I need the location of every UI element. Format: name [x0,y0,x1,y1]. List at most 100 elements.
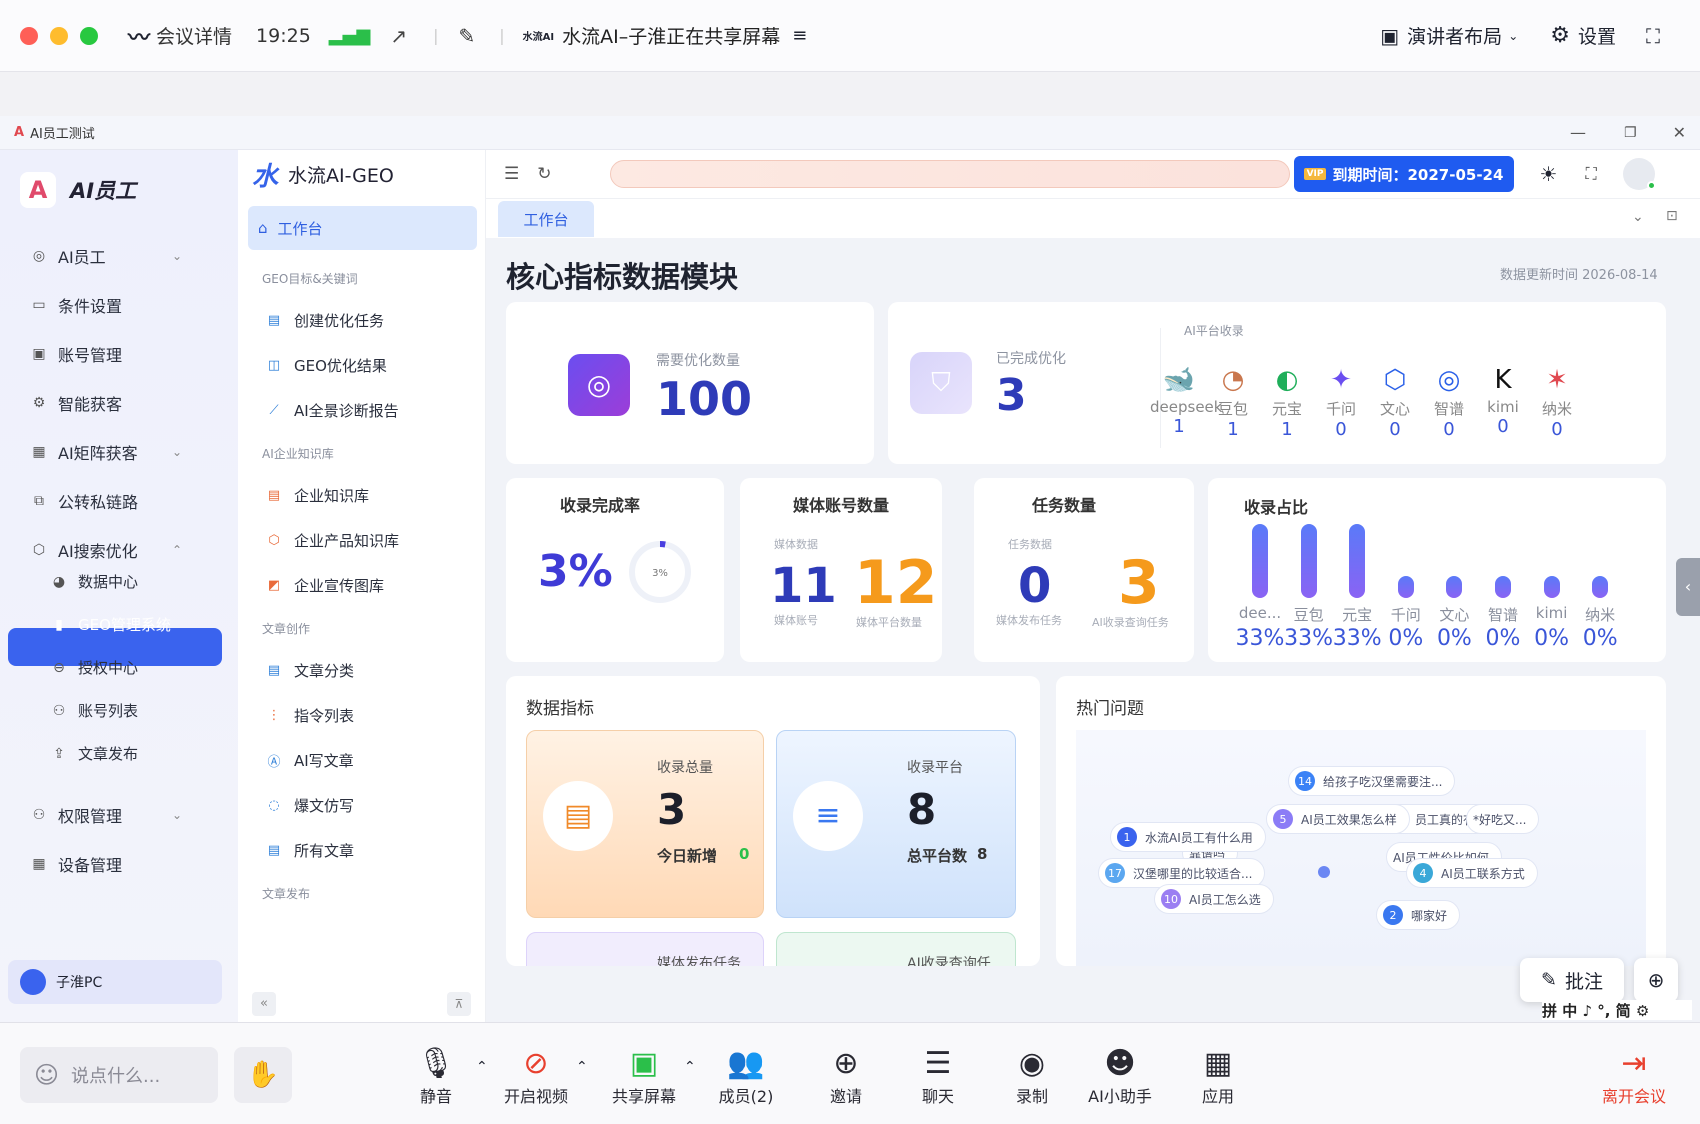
meeting-controls: ☺ 说点什么... ✋ 🎙 静音 ⌃ ⊘ 开启视频 ⌃ ▣ 共享屏幕 ⌃ 👥 成员(2) ⊕ 邀请 ☰ 聊天 ◉… [0,1022,1700,1124]
total-platform-value: 8 [977,845,988,863]
theme-toggle-icon[interactable]: ☀ [1540,162,1558,186]
restore-icon[interactable]: ❐ [1624,125,1637,141]
tag-text: 哪家好 [1411,908,1448,923]
subnav-item[interactable]: ▤ 创建优化任务 [238,298,485,343]
hot-question-tag[interactable]: 2 哪家好 [1376,900,1461,930]
subnav-item[interactable]: ▤ 所有文章 [238,828,485,873]
subnav-item[interactable]: Ⓐ AI写文章 [238,738,485,783]
side-drawer-handle[interactable]: ‹ [1676,558,1700,616]
sidebar-item[interactable]: ▦ 设备管理 [0,839,238,888]
sidebar-subitem[interactable]: ⊖ 授权中心 [0,646,238,689]
subnav-item[interactable]: ◫ GEO优化结果 [238,343,485,388]
subnav-item[interactable]: ⟋ AI全景诊断报告 [238,388,485,433]
hot-question-tag[interactable]: 5 AI员工效果怎么样 [1266,804,1410,834]
settings-button[interactable]: 设置 [1578,22,1616,49]
query-task-count: 3 [1118,548,1160,618]
fullscreen-icon[interactable]: ⛶ [1646,24,1660,48]
subnav-group-title: 文章创作 [262,621,311,636]
raise-hand-button[interactable]: ✋ [234,1047,292,1103]
subnav-item[interactable]: ▤ 企业知识库 [238,473,485,518]
vip-expiry-badge[interactable]: VIP 到期时间：2027-05-24 [1293,156,1514,192]
control-button[interactable]: ▦ 应用 [1168,1045,1268,1107]
annotate-off-icon[interactable]: ✎ [458,24,475,48]
shield-icon: ⛉ [910,352,972,414]
platform-value: 1 [1227,419,1239,440]
platform-logo-icon: ◐ [1275,365,1299,395]
sidebar-item-label: 账号管理 [58,346,123,365]
close-icon[interactable]: ✕ [1673,123,1686,142]
control-button[interactable]: 👥 成员(2) [696,1045,796,1107]
sidebar-item[interactable]: ▣ 账号管理 [0,332,238,376]
window-title: AI员工测试 [30,127,95,142]
control-button[interactable]: ◉ 录制 [982,1045,1082,1107]
maximize-window-button[interactable] [80,26,98,45]
control-button[interactable]: ▣ 共享屏幕 [594,1045,694,1107]
user-card[interactable]: 子淮PC [8,960,222,1004]
subnav-item-workbench[interactable]: ⌂ 工作台 [248,206,477,250]
subnav-item[interactable]: ⬡ 企业产品知识库 [238,518,485,563]
refresh-icon[interactable]: ↻ [537,164,551,184]
minimize-icon[interactable]: — [1570,123,1586,142]
publish-task-box-label: 媒体发布任务 [657,956,741,966]
sidebar-subitem[interactable]: ⚇ 账号列表 [0,689,238,732]
sidebar-item[interactable]: ▭ 条件设置 [0,283,238,327]
device-icon: ▦ [32,855,46,872]
chevron-up-icon[interactable]: ⌃ [576,1059,588,1075]
meeting-details-link[interactable]: 会议详情 [156,22,232,49]
popout-icon[interactable]: ↗ [390,24,407,48]
document-icon: ▤ [543,781,613,851]
control-button[interactable]: ☻ AI小助手 [1070,1045,1170,1107]
sidebar-subitem[interactable]: ⇪ 文章发布 [0,732,238,775]
zoom-in-icon[interactable]: ⊕ [1634,958,1678,1002]
subnav-item[interactable]: ▤ 文章分类 [238,648,485,693]
subnav-item[interactable]: ◌ 爆文仿写 [238,783,485,828]
done-optimize-value: 3 [996,370,1027,421]
platform-name: 豆包 [1217,400,1248,418]
close-window-button[interactable] [20,26,38,45]
chevron-down-icon[interactable]: ⌄ [1632,209,1644,225]
header-bar: ☰ ↻ VIP 到期时间：2027-05-24 ☀ ⛶ [486,150,1700,198]
avatar[interactable] [1622,158,1656,190]
subnav-item[interactable]: ◩ 企业宣传图库 [238,563,485,608]
hot-question-tag[interactable]: 4 AI员工联系方式 [1406,858,1538,888]
pin-icon[interactable]: ⊼ [447,992,471,1016]
collapse-icon[interactable]: « [252,992,276,1016]
platform-5: ◎ 智谱 0 [1420,362,1478,440]
subnav-item-icon: ⬡ [268,533,280,548]
sidebar-item[interactable]: ◎ AI员工 ⌄ [0,234,238,278]
ring-label: 3% [652,568,668,579]
layout-dropdown[interactable]: 演讲者布局 [1407,22,1502,49]
menu-icon[interactable]: ≡ [792,25,807,46]
sidebar-subitem[interactable]: ◕ 数据中心 [0,560,238,603]
minimize-window-button[interactable] [50,26,68,45]
annotate-button[interactable]: ✎ 批注 [1520,958,1624,1002]
screenshot-icon[interactable]: ⊡ [1666,208,1678,224]
sidebar-item[interactable]: ▦ AI矩阵获客 ⌄ [0,430,238,474]
hamburger-icon[interactable]: ☰ [504,164,519,184]
chart-category-label: 纳米 [1585,606,1616,624]
sidebar-item[interactable]: ⧉ 公转私链路 [0,479,238,523]
chevron-up-icon[interactable]: ⌃ [684,1059,696,1075]
control-button[interactable]: 🎙 静音 [386,1045,486,1107]
chat-input[interactable]: ☺ 说点什么... [20,1047,218,1103]
sidebar-item[interactable]: ⚇ 权限管理 ⌄ [0,790,238,839]
subnav-item[interactable]: ⋮ 指令列表 [238,693,485,738]
control-button[interactable]: ⊘ 开启视频 [486,1045,586,1107]
hot-question-tag[interactable]: 1 水流AI员工有什么用 [1110,822,1266,852]
sidebar-subitem[interactable]: ▮ GEO管理系统 [0,603,238,646]
hot-question-tag[interactable]: 10 AI员工怎么选 [1154,884,1274,914]
control-button[interactable]: ⊕ 邀请 [796,1045,896,1107]
leave-meeting-button[interactable]: ⇥ 离开会议 [1584,1045,1684,1107]
hot-question-tag[interactable]: *好吃又... [1466,804,1540,834]
control-button[interactable]: ☰ 聊天 [888,1045,988,1107]
main-content: ☰ ↻ VIP 到期时间：2027-05-24 ☀ ⛶ 工作台 ⌄ ⊡ 核心指标数… [486,150,1700,1026]
fullscreen-icon[interactable]: ⛶ [1585,164,1596,184]
subnav-item-label: 所有文章 [294,842,355,860]
chart-bar [1495,576,1511,598]
hot-question-tag[interactable]: 14 给孩子吃汉堡需要注... [1288,766,1456,796]
gear-icon[interactable]: ⚙ [1550,23,1570,48]
tag-text: 给孩子吃汉堡需要注... [1323,774,1443,789]
chart-bar [1446,576,1463,598]
sidebar-item[interactable]: ⚙ 智能获客 [0,381,238,425]
tab-workbench[interactable]: 工作台 [498,201,594,237]
